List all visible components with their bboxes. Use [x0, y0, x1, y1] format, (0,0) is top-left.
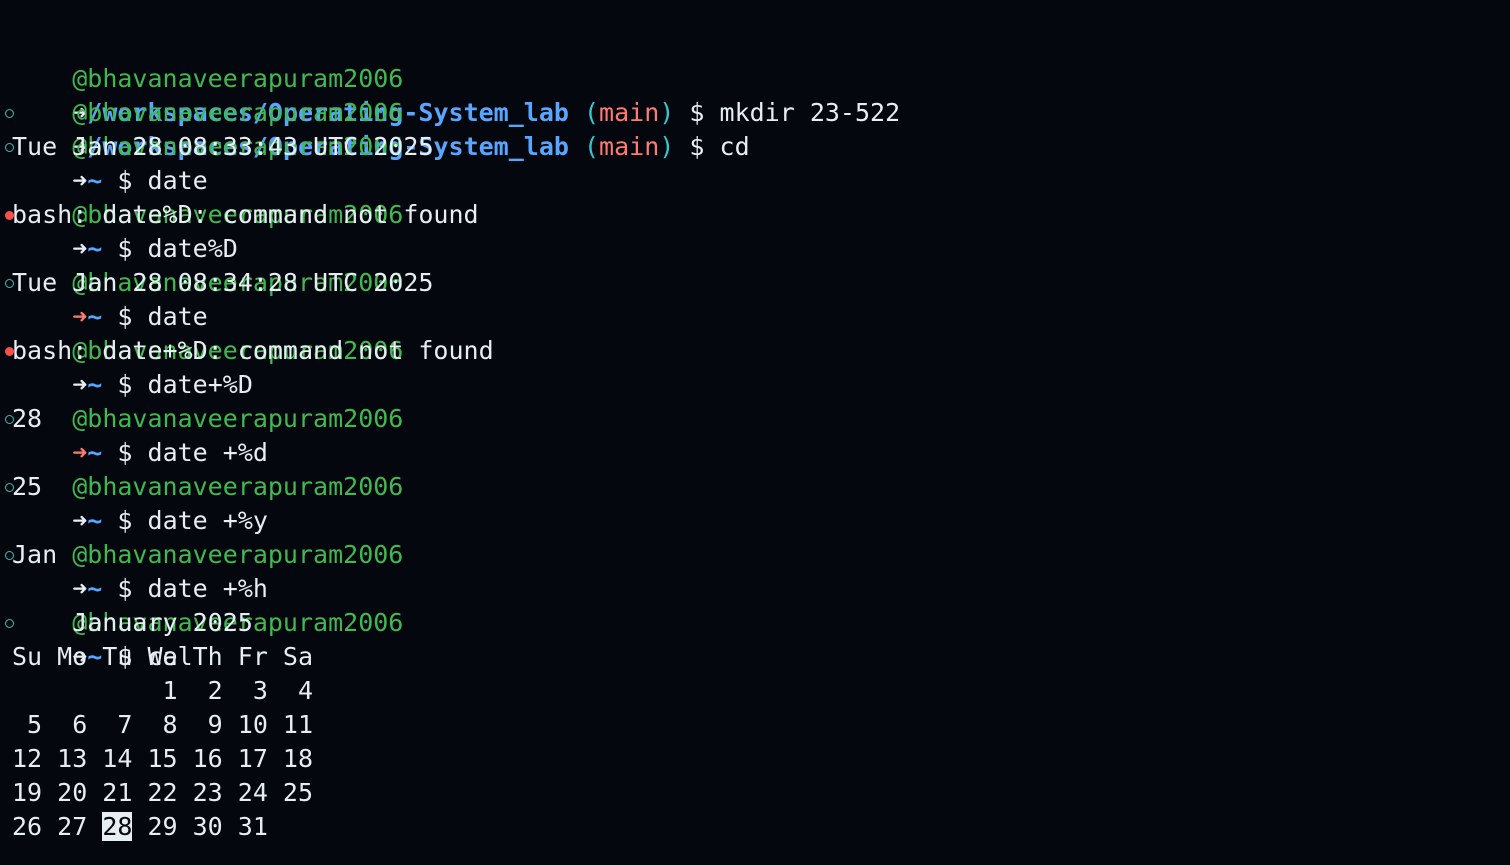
- calendar-week: 26 27 28 29 30 31: [12, 810, 268, 844]
- calendar-days-before: 26 27: [12, 812, 103, 841]
- prompt-branch: main: [599, 132, 660, 161]
- output-line: Tue Jan 28 08:33:43 UTC 2025: [12, 132, 434, 161]
- output-line: bash: date+%D: command not found: [12, 336, 494, 365]
- calendar-title: January 2025: [12, 608, 253, 637]
- output-line: 28: [12, 404, 43, 433]
- branch-paren-open: (: [583, 132, 600, 161]
- command-text: cd: [719, 132, 750, 161]
- calendar-week: 5 6 7 8 9 10 11: [12, 710, 314, 739]
- output-line: 25: [12, 472, 43, 501]
- calendar-week: 1 2 3 4: [12, 676, 314, 705]
- terminal-line: @bhavanaveerapuram2006 ➜/workspaces/Oper…: [12, 28, 900, 127]
- terminal-line: @bhavanaveerapuram2006 ➜~ $ date +%h: [5, 504, 403, 603]
- calendar-today: 28: [102, 812, 133, 841]
- prompt-branch: main: [599, 98, 660, 127]
- prompt-user: @bhavanaveerapuram2006: [72, 472, 404, 501]
- command-text: mkdir 23-522: [719, 98, 901, 127]
- calendar-days-after: 29 30 31: [132, 812, 268, 841]
- terminal-line: @bhavanaveerapuram2006 ➜~ $ date: [5, 232, 403, 331]
- terminal-line: @bhavanaveerapuram2006 ➜~ $ date%D: [5, 164, 403, 263]
- terminal-line: @bhavanaveerapuram2006 ➜~ $ date +%y: [5, 436, 403, 535]
- calendar-week: 12 13 14 15 16 17 18: [12, 744, 314, 773]
- branch-paren-open: (: [583, 98, 600, 127]
- prompt-user: @bhavanaveerapuram2006: [72, 404, 404, 433]
- prompt-dollar: $: [689, 132, 705, 161]
- branch-paren-close: ): [659, 98, 675, 127]
- terminal-line: @bhavanaveerapuram2006 ➜~ $ date+%D: [5, 300, 403, 399]
- terminal-line: @bhavanaveerapuram2006 ➜~ $ date +%d: [5, 368, 403, 467]
- prompt-user: @bhavanaveerapuram2006: [72, 540, 404, 569]
- calendar-week: 19 20 21 22 23 24 25: [12, 778, 314, 807]
- terminal-line: @bhavanaveerapuram2006 ➜~ $ date: [5, 96, 403, 195]
- prompt-dollar: $: [689, 98, 705, 127]
- calendar-header: Su Mo Tu We Th Fr Sa: [12, 642, 314, 671]
- terminal-line: @bhavanaveerapuram2006 ➜~ $ cal: [5, 572, 403, 671]
- terminal-line: @bhavanaveerapuram2006 ➜/workspaces/Oper…: [5, 62, 750, 161]
- output-line: bash: date%D: command not found: [12, 200, 479, 229]
- output-line: Jan: [12, 540, 58, 569]
- branch-paren-close: ): [659, 132, 675, 161]
- terminal-window[interactable]: @bhavanaveerapuram2006 ➜/workspaces/Oper…: [0, 0, 1510, 865]
- output-line: Tue Jan 28 08:34:28 UTC 2025: [12, 268, 434, 297]
